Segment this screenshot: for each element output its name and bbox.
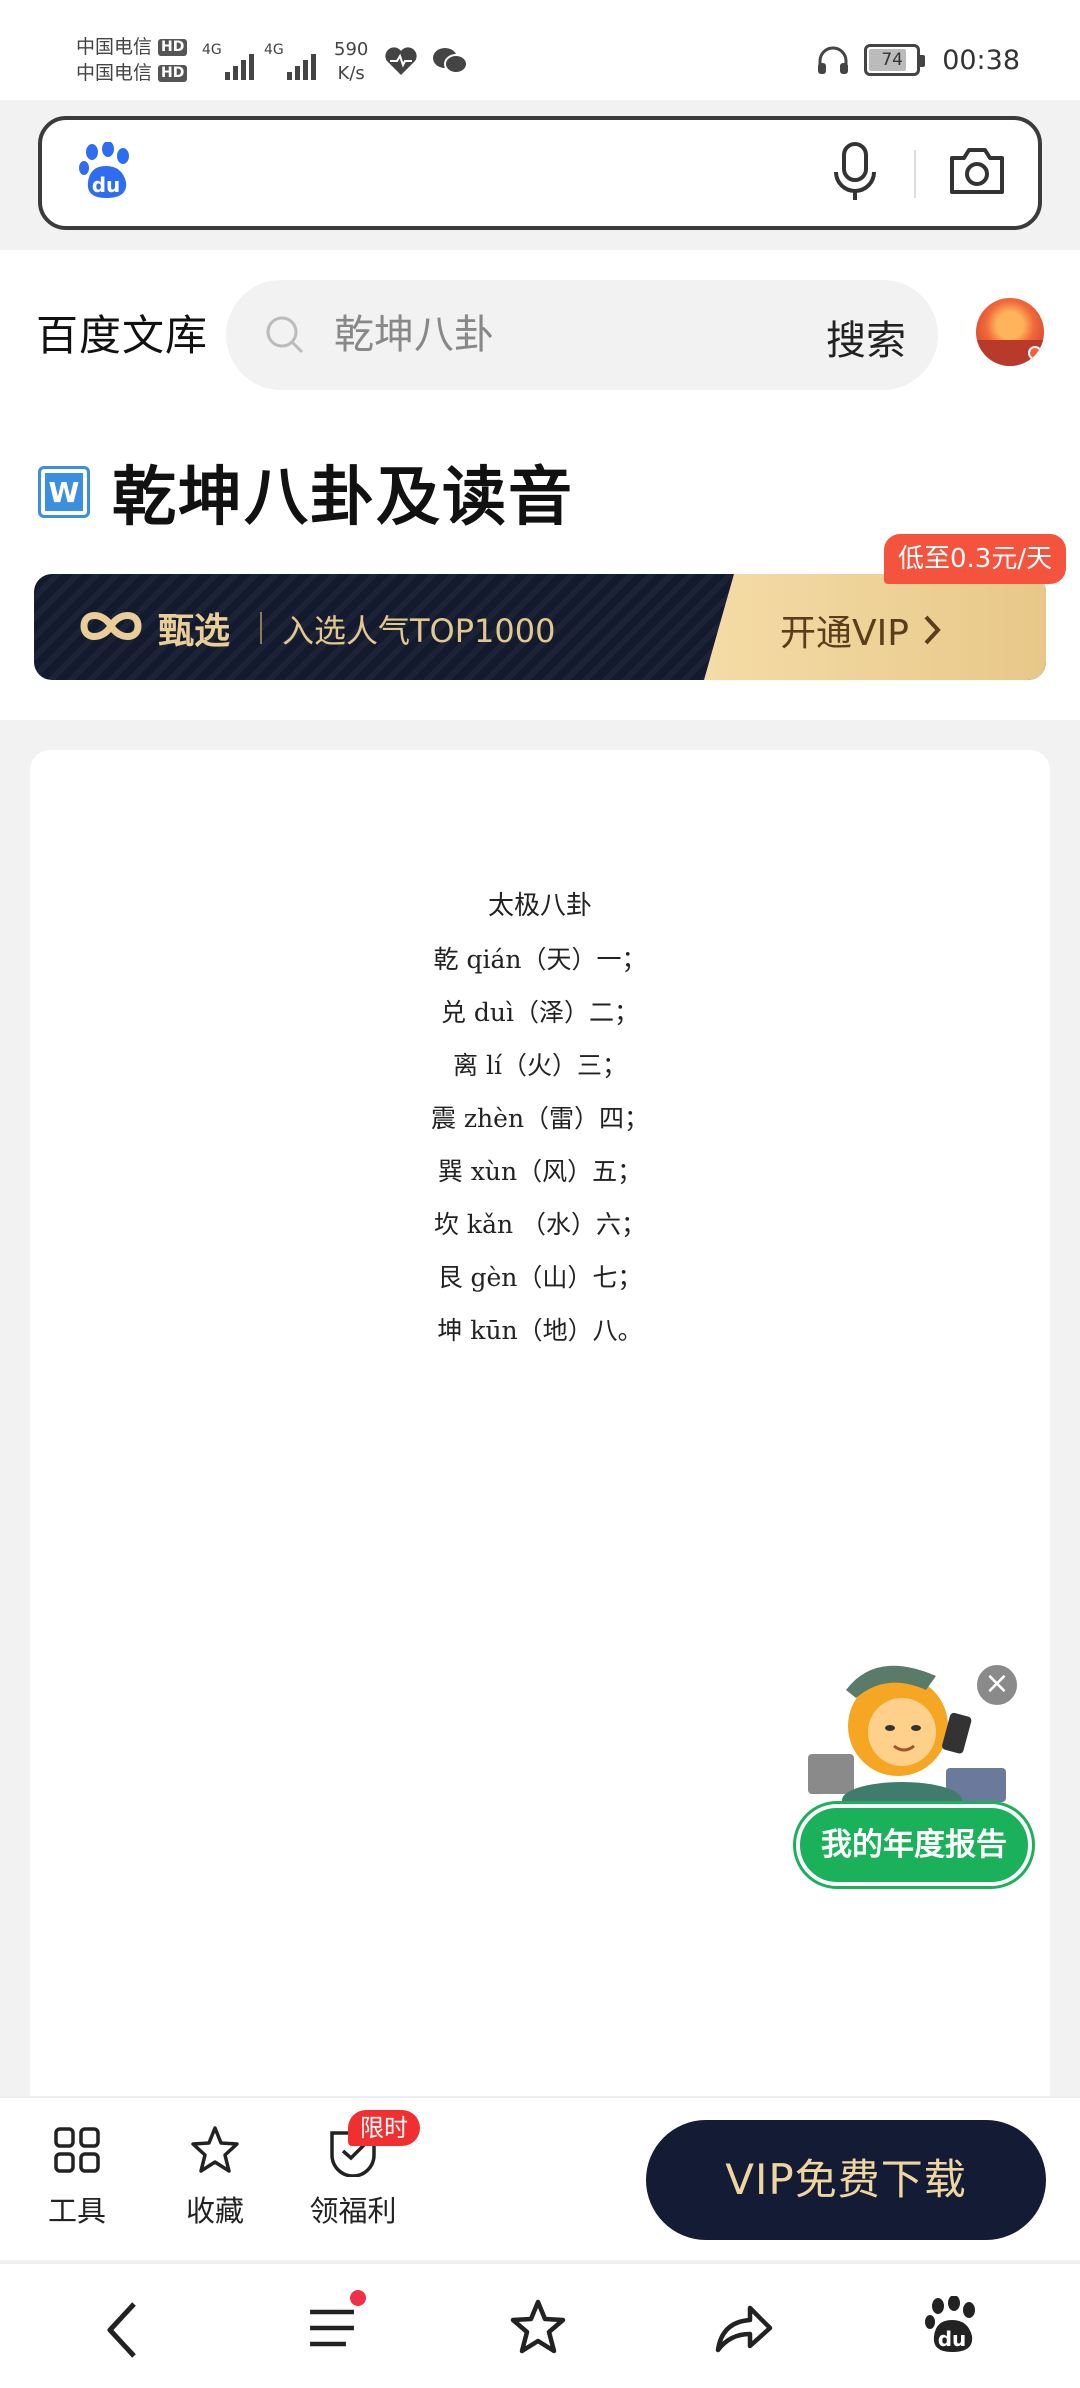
separator <box>914 150 916 198</box>
document-line: 兑 duì（泽）二； <box>440 998 640 1027</box>
network-speed: 590 K/s <box>334 39 369 84</box>
favorite-button[interactable]: 收藏 <box>160 2118 270 2230</box>
document-preview[interactable]: 太极八卦 乾 qián（天）一； 兑 duì（泽）二； 离 lí（火）三； 震 … <box>30 750 1050 2150</box>
star-icon[interactable] <box>508 2298 568 2356</box>
search-icon <box>266 316 304 354</box>
wenku-logo[interactable]: 百度文库 <box>36 302 208 363</box>
baidu-search-bar[interactable]: du <box>38 116 1042 230</box>
document-line: 离 lí（火）三； <box>453 1051 627 1080</box>
signal-icon: 4G <box>202 42 254 80</box>
document-line: 坤 kūn（地）八。 <box>437 1316 643 1345</box>
document-line: 乾 qián（天）一； <box>433 945 647 974</box>
menu-icon[interactable] <box>306 2304 358 2352</box>
hd-badge: HD <box>158 64 188 82</box>
vip-banner[interactable]: 甄选 入选人气TOP1000 开通VIP <box>34 574 1046 680</box>
share-icon[interactable] <box>714 2302 774 2354</box>
wenku-search-box[interactable]: 搜索 <box>226 280 938 390</box>
clock: 00:38 <box>942 44 1020 76</box>
word-doc-icon: W <box>38 466 90 518</box>
wechat-icon <box>433 48 468 74</box>
wenku-header: 百度文库 搜索 W 乾坤八卦及读音 低至0.3元/天 甄选 入选人气TOP100… <box>0 250 1080 720</box>
infinity-icon <box>80 612 142 640</box>
tools-button[interactable]: 工具 <box>22 2118 132 2230</box>
vip-banner-label: 甄选 <box>158 611 231 652</box>
annual-report-button[interactable]: 我的年度报告 <box>796 1804 1032 1886</box>
annual-report-promo[interactable]: × 我的年度报告 <box>796 1650 1036 1890</box>
search-button[interactable]: 搜索 <box>826 308 906 366</box>
status-bar: 中国电信 HD 中国电信 HD 4G 4G 590 K/s 74 00:38 <box>0 0 1080 100</box>
close-icon[interactable]: × <box>974 1662 1020 1708</box>
carrier-2: 中国电信 <box>76 62 153 84</box>
carrier-1: 中国电信 <box>76 36 153 58</box>
camera-icon[interactable] <box>948 144 1006 198</box>
status-right: 74 00:38 <box>816 44 1020 76</box>
microphone-icon[interactable] <box>832 140 878 204</box>
tools-label: 工具 <box>47 2194 106 2228</box>
limited-time-badge: 限时 <box>348 2110 420 2146</box>
document-line: 艮 gèn（山）七； <box>437 1263 643 1292</box>
document-title-row: W 乾坤八卦及读音 <box>38 446 574 538</box>
baidu-paw-icon[interactable]: du <box>924 2296 980 2356</box>
screen: 中国电信 HD 中国电信 HD 4G 4G 590 K/s 74 00:38 d… <box>0 0 1080 2388</box>
star-icon <box>191 2126 239 2173</box>
price-tag: 低至0.3元/天 <box>884 534 1067 584</box>
network-type: 4G <box>264 42 284 58</box>
hd-badge: HD <box>158 38 188 56</box>
notification-icons <box>384 46 468 76</box>
notification-dot <box>1028 346 1042 360</box>
network-type: 4G <box>202 42 222 58</box>
battery-icon: 74 <box>864 44 926 76</box>
svg-text:du: du <box>938 2327 967 2351</box>
document-line: 太极八卦 <box>487 891 592 921</box>
document-body: 太极八卦 乾 qián（天）一； 兑 duì（泽）二； 离 lí（火）三； 震 … <box>30 880 1050 1357</box>
avatar[interactable] <box>976 298 1044 366</box>
page-title: 乾坤八卦及读音 <box>112 461 574 535</box>
grid-icon <box>54 2127 100 2173</box>
svg-text:du: du <box>92 173 121 197</box>
health-heart-icon <box>385 47 417 75</box>
favorite-label: 收藏 <box>185 2194 244 2228</box>
signal-icon: 4G <box>264 42 316 80</box>
vip-download-button[interactable]: VIP免费下载 <box>646 2120 1046 2240</box>
document-line: 震 zhèn（雷）四； <box>430 1104 650 1133</box>
carrier-info: 中国电信 HD 中国电信 HD <box>76 34 188 86</box>
document-line: 巽 xùn（风）五； <box>437 1157 643 1186</box>
notification-dot <box>350 2290 366 2306</box>
chevron-right-icon <box>924 615 941 645</box>
browser-nav-bar: du <box>0 2262 1080 2388</box>
baidu-paw-icon[interactable]: du <box>78 142 134 202</box>
vip-banner-subtitle: 入选人气TOP1000 <box>282 612 556 650</box>
bottom-action-bar: 工具 收藏 领福利 限时 VIP免费下载 <box>0 2096 1080 2260</box>
open-vip-button[interactable]: 开通VIP <box>780 604 941 656</box>
headphones-icon <box>818 46 849 74</box>
search-input[interactable] <box>334 306 734 364</box>
benefits-label: 领福利 <box>309 2194 397 2228</box>
document-line: 坎 kǎn （水）六； <box>433 1210 647 1239</box>
back-icon[interactable] <box>104 2300 140 2360</box>
